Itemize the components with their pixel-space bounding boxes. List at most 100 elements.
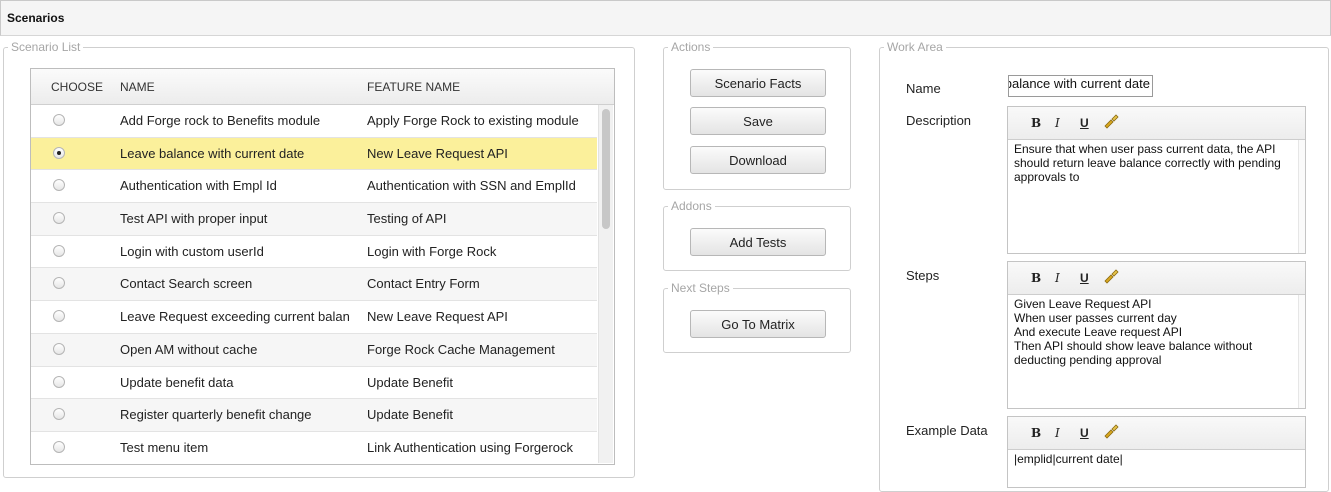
feature-name-cell: Update Benefit (367, 407, 454, 423)
text-line: |emplid|current date| (1014, 452, 1123, 466)
example-data-toolbar: B I U (1008, 417, 1305, 450)
format-brush-icon[interactable] (1102, 268, 1120, 289)
scenario-name-cell: Login with custom userId (120, 243, 264, 259)
choose-radio[interactable] (53, 212, 65, 225)
text-line: deducting pending approval (1014, 353, 1162, 367)
description-text[interactable]: Ensure that when user pass current data,… (1014, 142, 1296, 184)
table-row[interactable]: Open AM without cache Forge Rock Cache Ma… (31, 333, 597, 367)
column-header-name[interactable]: NAME (120, 80, 155, 94)
text-line: Ensure that when user pass current data,… (1014, 142, 1276, 156)
scenario-name-cell: Leave balance with current date (120, 145, 305, 161)
feature-name-cell: Apply Forge Rock to existing module (367, 113, 579, 128)
table-row[interactable]: Test menu item Link Authentication using … (31, 431, 597, 464)
choose-radio[interactable] (53, 277, 65, 290)
description-scrollbar[interactable] (1298, 140, 1305, 253)
underline-button[interactable]: U (1080, 116, 1089, 130)
save-button[interactable]: Save (690, 107, 826, 135)
choose-radio[interactable] (53, 244, 65, 257)
choose-radio[interactable] (53, 342, 65, 355)
steps-text[interactable]: Given Leave Request API When user passes … (1014, 297, 1296, 367)
feature-name-cell: Update Benefit (367, 374, 454, 390)
scenario-name-cell: Authentication with Empl Id (120, 178, 277, 194)
feature-name-cell: Login with Forge Rock (367, 243, 497, 259)
scenario-rows: Add Forge rock to Benefits module Apply F… (31, 105, 597, 464)
scrollbar-thumb[interactable] (602, 109, 610, 229)
choose-radio[interactable] (53, 179, 65, 192)
add-tests-button[interactable]: Add Tests (690, 228, 826, 256)
text-line: Given Leave Request API (1014, 297, 1152, 311)
feature-name-cell: Authentication with SSN and EmplId (367, 178, 576, 194)
description-toolbar: B I U (1008, 107, 1305, 140)
table-row[interactable]: Leave balance with current date New Leave… (31, 137, 597, 171)
download-button[interactable]: Download (690, 146, 826, 174)
feature-name-cell: Testing of API (367, 211, 447, 227)
scenario-name-cell: Leave Request exceeding current balan (120, 309, 350, 325)
scenario-name-cell: Test menu item (120, 439, 209, 455)
scenario-name-cell: Test API with proper input (120, 211, 268, 227)
example-data-text[interactable]: |emplid|current date| (1014, 452, 1296, 466)
text-line: And execute Leave request API (1014, 325, 1183, 339)
addons-legend: Addons (671, 199, 712, 213)
steps-scrollbar[interactable] (1298, 295, 1305, 408)
steps-label: Steps (906, 268, 940, 283)
choose-radio[interactable] (53, 440, 65, 453)
bold-button[interactable]: B (1031, 271, 1041, 285)
scenario-name-cell: Open AM without cache (120, 341, 258, 357)
table-row[interactable]: Update benefit data Update Benefit (31, 366, 597, 400)
feature-name-cell: Contact Entry Form (367, 276, 480, 292)
feature-name-cell: Link Authentication using Forgerock (367, 439, 573, 455)
underline-button[interactable]: U (1080, 426, 1089, 440)
italic-button[interactable]: I (1055, 116, 1060, 130)
table-row[interactable]: Login with custom userId Login with Forge… (31, 235, 597, 269)
actions-legend: Actions (671, 40, 711, 54)
text-line: approvals to (1014, 170, 1080, 184)
feature-name-cell: New Leave Request API (367, 145, 508, 161)
steps-editor[interactable]: B I U Given Leave Request API When user p… (1007, 261, 1306, 409)
table-row[interactable]: Contact Search screen Contact Entry Form (31, 268, 597, 302)
radio-dot (57, 150, 61, 155)
choose-radio[interactable] (53, 114, 65, 126)
choose-radio[interactable] (53, 146, 65, 159)
feature-name-cell: New Leave Request API (367, 309, 508, 325)
italic-button[interactable]: I (1055, 271, 1060, 285)
italic-button[interactable]: I (1055, 426, 1060, 440)
format-brush-icon[interactable] (1102, 423, 1120, 444)
window-title: Scenarios (7, 11, 65, 25)
feature-name-cell: Forge Rock Cache Management (367, 341, 555, 357)
text-line: When user passes current day (1014, 311, 1177, 325)
steps-toolbar: B I U (1008, 262, 1305, 295)
choose-radio[interactable] (53, 375, 65, 388)
name-label: Name (906, 81, 941, 96)
table-row[interactable]: Test API with proper input Testing of API (31, 203, 597, 236)
description-label: Description (906, 113, 972, 128)
next-steps-legend: Next Steps (671, 281, 730, 295)
bold-button[interactable]: B (1031, 426, 1041, 440)
format-brush-icon[interactable] (1102, 113, 1120, 134)
scenario-facts-button[interactable]: Scenario Facts (690, 69, 826, 97)
table-row[interactable]: Leave Request exceeding current balan New… (31, 301, 597, 334)
scenario-table: CHOOSE NAME FEATURE NAME Add Forge rock … (30, 68, 615, 465)
choose-radio[interactable] (53, 310, 65, 323)
name-input[interactable]: Leave balance with current date (1008, 75, 1153, 97)
bold-button[interactable]: B (1031, 116, 1041, 130)
window-title-bar: Scenarios (0, 0, 1331, 36)
example-data-editor[interactable]: B I U |emplid|current date| (1007, 416, 1306, 488)
table-row[interactable]: Authentication with Empl Id Authenticatio… (31, 170, 597, 204)
text-line: should return leave balance correctly wi… (1014, 156, 1281, 170)
column-header-feature[interactable]: FEATURE NAME (367, 80, 460, 94)
scenario-table-header: CHOOSE NAME FEATURE NAME (31, 69, 614, 105)
scenario-list-scrollbar[interactable] (598, 105, 613, 463)
name-input-value: Leave balance with current date (1008, 76, 1150, 91)
table-row[interactable]: Add Forge rock to Benefits module Apply F… (31, 105, 597, 138)
description-editor[interactable]: B I U Ensure that when user pass current… (1007, 106, 1306, 254)
underline-button[interactable]: U (1080, 271, 1089, 285)
go-to-matrix-button[interactable]: Go To Matrix (690, 310, 826, 338)
example-data-label: Example Data (906, 423, 988, 438)
scenario-name-cell: Register quarterly benefit change (120, 407, 312, 423)
scenario-name-cell: Contact Search screen (120, 276, 253, 292)
choose-radio[interactable] (53, 408, 65, 421)
work-area-legend: Work Area (887, 40, 943, 54)
table-row[interactable]: Register quarterly benefit change Update … (31, 399, 597, 432)
column-header-choose[interactable]: CHOOSE (51, 80, 103, 94)
text-line: Then API should show leave balance witho… (1014, 339, 1253, 353)
